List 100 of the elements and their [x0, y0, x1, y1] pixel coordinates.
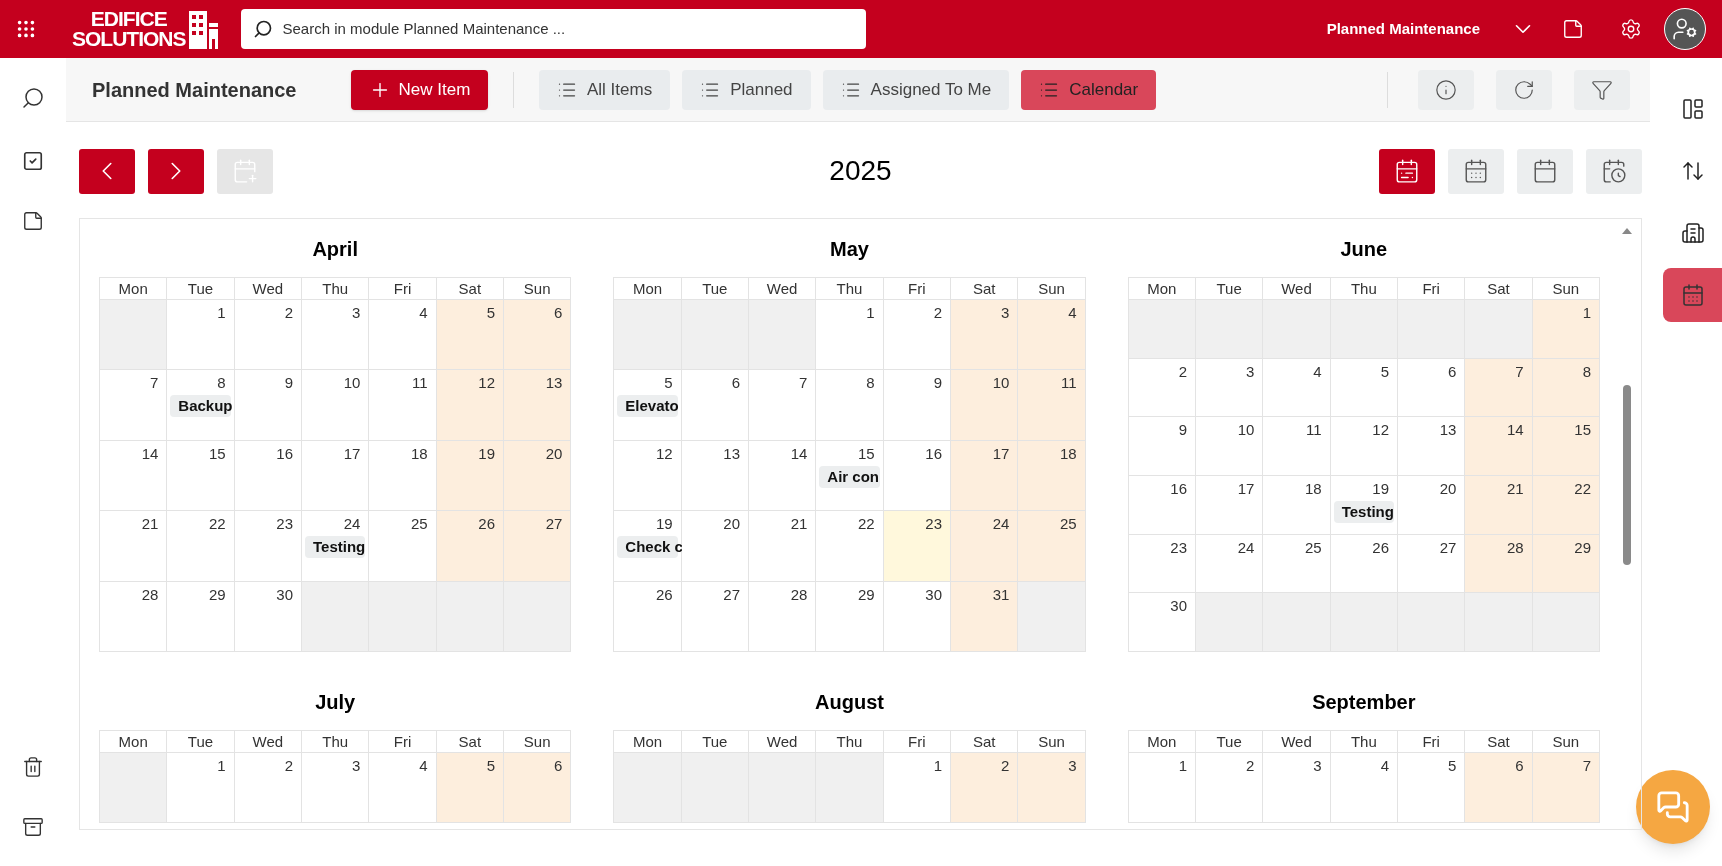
day-cell[interactable]: 15 — [1532, 417, 1600, 476]
day-cell[interactable]: 3 — [951, 300, 1019, 371]
day-cell[interactable]: 30 — [1128, 593, 1196, 653]
day-cell[interactable]: 16 — [234, 440, 302, 512]
day-cell[interactable]: 18 — [1018, 440, 1086, 512]
day-cell[interactable] — [681, 300, 749, 371]
day-cell[interactable] — [749, 300, 817, 371]
day-cell[interactable]: 4 — [1263, 358, 1331, 418]
day-cell[interactable]: 24 — [951, 511, 1019, 582]
event-item[interactable]: Testing — [1333, 501, 1394, 523]
day-cell[interactable]: 6 — [504, 753, 572, 823]
day-cell[interactable]: 6 — [1398, 358, 1466, 418]
day-cell[interactable]: 22 — [167, 511, 235, 582]
day-cell[interactable] — [816, 753, 884, 823]
day-cell[interactable]: 23 — [883, 511, 951, 582]
day-cell[interactable]: 4 — [1018, 300, 1086, 371]
day-cell[interactable]: 12 — [614, 440, 682, 512]
day-cell[interactable] — [681, 753, 749, 823]
day-cell[interactable]: 1 — [167, 753, 235, 823]
day-cell[interactable]: 18 — [1263, 476, 1331, 535]
day-cell[interactable] — [100, 300, 168, 371]
day-cell[interactable]: 20 — [681, 511, 749, 582]
day-cell[interactable] — [369, 581, 437, 653]
day-cell[interactable]: 14 — [749, 440, 817, 512]
day-cell[interactable]: 1 — [816, 300, 884, 371]
day-cell[interactable]: 23 — [1128, 534, 1196, 594]
day-cell[interactable]: 25 — [1018, 511, 1086, 582]
search-icon[interactable] — [21, 86, 45, 110]
day-cell[interactable]: 1 — [167, 300, 235, 371]
day-cell[interactable]: 10 — [302, 370, 370, 441]
day-cell[interactable]: 5 — [436, 300, 504, 371]
view-button[interactable] — [1517, 148, 1573, 194]
day-cell[interactable]: 10 — [951, 370, 1019, 441]
day-cell[interactable] — [436, 581, 504, 653]
view-tab[interactable]: Planned — [682, 69, 811, 110]
search-input[interactable]: Search in module Planned Maintenance ... — [282, 17, 854, 41]
day-cell[interactable]: 5 — [436, 753, 504, 823]
day-cell[interactable] — [1330, 300, 1398, 359]
day-cell[interactable]: 8 — [1532, 358, 1600, 418]
day-cell[interactable]: 3 — [1018, 753, 1086, 823]
day-cell[interactable]: 21 — [100, 511, 168, 582]
day-cell[interactable]: 17 — [302, 440, 370, 512]
day-cell[interactable]: 8 — [816, 370, 884, 441]
day-cell[interactable]: 2 — [234, 753, 302, 823]
day-cell[interactable]: 7 — [100, 370, 168, 441]
view-tab[interactable]: Calendar — [1021, 69, 1157, 110]
archive-icon[interactable] — [22, 816, 44, 838]
settings-icon[interactable] — [1620, 18, 1642, 40]
day-cell[interactable]: 27 — [504, 511, 572, 582]
view-tab[interactable]: Assigned To Me — [822, 69, 1010, 110]
search-field[interactable]: Search in module Planned Maintenance ... — [240, 9, 866, 49]
filter-button[interactable] — [1574, 69, 1630, 110]
day-cell[interactable]: 16 — [883, 440, 951, 512]
day-cell[interactable] — [1263, 300, 1331, 359]
view-tab[interactable]: All Items — [539, 69, 671, 110]
day-cell[interactable] — [1398, 593, 1466, 653]
info-button[interactable] — [1418, 69, 1474, 110]
day-cell[interactable]: 15 Air con — [816, 440, 884, 512]
day-cell[interactable]: 3 — [302, 753, 370, 823]
day-cell[interactable]: 29 — [816, 581, 884, 653]
day-cell[interactable] — [1263, 593, 1331, 653]
day-cell[interactable]: 27 — [1398, 534, 1466, 594]
day-cell[interactable]: 9 — [234, 370, 302, 441]
day-cell[interactable]: 30 — [883, 581, 951, 653]
note-icon[interactable] — [1562, 18, 1584, 40]
day-cell[interactable]: 26 — [614, 581, 682, 653]
day-cell[interactable]: 17 — [951, 440, 1019, 512]
day-cell[interactable]: 22 — [816, 511, 884, 582]
day-cell[interactable]: 31 — [951, 581, 1019, 653]
day-cell[interactable]: 20 — [504, 440, 572, 512]
day-cell[interactable]: 7 — [1532, 753, 1600, 823]
trash-icon[interactable] — [22, 756, 44, 778]
day-cell[interactable]: 6 — [681, 370, 749, 441]
day-cell[interactable]: 4 — [369, 753, 437, 823]
day-cell[interactable] — [1398, 300, 1466, 359]
day-cell[interactable]: 13 — [1398, 417, 1466, 476]
event-item[interactable]: Elevato — [617, 395, 678, 418]
day-cell[interactable]: 24 — [1196, 534, 1264, 594]
day-cell[interactable]: 1 — [883, 753, 951, 823]
day-cell[interactable]: 19 Testing — [1330, 476, 1398, 535]
day-cell[interactable]: 13 — [681, 440, 749, 512]
day-cell[interactable]: 21 — [1465, 476, 1533, 535]
note-icon[interactable] — [22, 210, 44, 232]
view-button[interactable] — [1586, 148, 1642, 194]
day-cell[interactable]: 3 — [1263, 753, 1331, 823]
day-cell[interactable]: 2 — [1128, 358, 1196, 418]
event-item[interactable]: Testing — [305, 536, 366, 559]
day-cell[interactable] — [100, 753, 168, 823]
day-cell[interactable]: 24 Testing — [302, 511, 370, 582]
day-cell[interactable]: 11 — [369, 370, 437, 441]
chat-button[interactable] — [1636, 770, 1710, 844]
day-cell[interactable]: 3 — [1196, 358, 1264, 418]
day-cell[interactable]: 12 — [436, 370, 504, 441]
day-cell[interactable]: 6 — [1465, 753, 1533, 823]
day-cell[interactable]: 17 — [1196, 476, 1264, 535]
day-cell[interactable]: 28 — [749, 581, 817, 653]
day-cell[interactable]: 8 Backup — [167, 370, 235, 441]
day-cell[interactable]: 9 — [883, 370, 951, 441]
day-cell[interactable]: 1 — [1532, 300, 1600, 359]
day-cell[interactable]: 9 — [1128, 417, 1196, 476]
